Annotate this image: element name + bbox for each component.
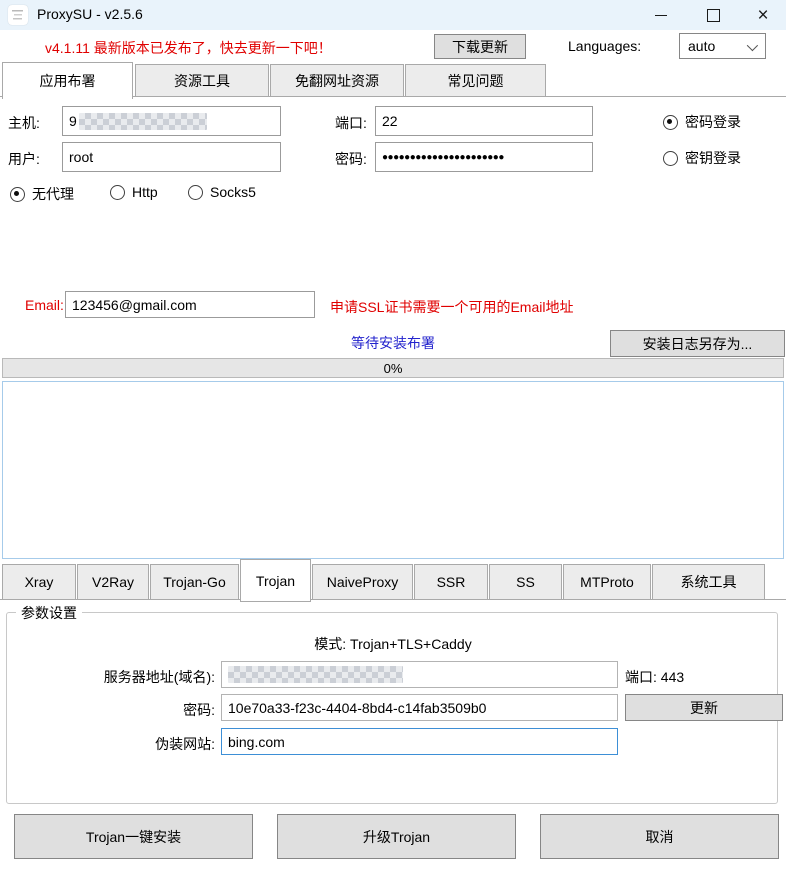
- radio-socks5[interactable]: Socks5: [188, 184, 256, 200]
- tab-v2ray[interactable]: V2Ray: [77, 564, 149, 600]
- radio-http[interactable]: Http: [110, 184, 158, 200]
- radio-unselected-icon: [663, 151, 678, 166]
- log-area[interactable]: [2, 381, 784, 559]
- window-title: ProxySU - v2.5.6: [37, 6, 143, 22]
- tab-trojan[interactable]: Trojan: [240, 559, 311, 602]
- tab-free-websites[interactable]: 免翻网址资源: [270, 64, 404, 97]
- redacted-host-value: [79, 113, 207, 130]
- radio-unselected-icon: [110, 185, 125, 200]
- tab-label: 系统工具: [681, 572, 737, 592]
- radio-selected-icon: [10, 187, 25, 202]
- radio-label: Http: [132, 184, 158, 200]
- chevron-down-icon: [747, 40, 758, 51]
- titlebar: ProxySU - v2.5.6 ×: [0, 0, 786, 30]
- tab-naiveproxy[interactable]: NaiveProxy: [312, 564, 413, 600]
- radio-unselected-icon: [188, 185, 203, 200]
- mask-site-input[interactable]: [221, 728, 618, 755]
- host-label: 主机:: [8, 113, 40, 133]
- domain-label: 服务器地址(域名):: [0, 667, 215, 687]
- email-input[interactable]: [65, 291, 315, 318]
- tab-mtproto[interactable]: MTProto: [563, 564, 651, 600]
- tls-port-value: 443: [661, 669, 684, 685]
- tab-label: V2Ray: [92, 574, 134, 590]
- tab-label: 应用布署: [40, 71, 96, 91]
- password-label: 密码:: [335, 149, 367, 169]
- close-button[interactable]: ×: [740, 0, 786, 30]
- port-label: 端口:: [335, 113, 367, 133]
- user-input[interactable]: [62, 142, 281, 172]
- minimize-icon: [655, 15, 667, 16]
- language-value: auto: [688, 38, 715, 54]
- update-button[interactable]: 更新: [625, 694, 783, 721]
- save-log-button[interactable]: 安装日志另存为...: [610, 330, 785, 357]
- app-icon: [8, 5, 28, 25]
- languages-label: Languages:: [568, 38, 641, 54]
- domain-input[interactable]: [221, 661, 618, 688]
- trojan-password-input[interactable]: [221, 694, 618, 721]
- update-notice: v4.1.11 最新版本已发布了，快去更新一下吧！: [45, 38, 332, 58]
- mode-label: 模式:: [314, 636, 346, 652]
- tab-app-deploy[interactable]: 应用布署: [2, 62, 133, 99]
- progress-bar: 0%: [2, 358, 784, 378]
- tab-ss[interactable]: SS: [489, 564, 562, 600]
- tab-label: 资源工具: [174, 71, 230, 91]
- tab-label: SSR: [437, 574, 466, 590]
- host-value-visible: 9: [69, 113, 77, 129]
- minimize-button[interactable]: [638, 0, 684, 30]
- redacted-domain-value: [228, 666, 403, 683]
- tls-port-line: 端口: 443: [625, 667, 684, 687]
- radio-password-login[interactable]: 密码登录: [663, 112, 741, 132]
- install-button[interactable]: Trojan一键安装: [14, 814, 253, 859]
- maximize-icon: [707, 9, 720, 22]
- radio-selected-icon: [663, 115, 678, 130]
- password-input[interactable]: [375, 142, 593, 172]
- tab-label: SS: [516, 574, 535, 590]
- tab-ssr[interactable]: SSR: [414, 564, 488, 600]
- progress-label: 0%: [384, 361, 403, 376]
- radio-label: 密码登录: [685, 112, 741, 132]
- tab-system-tools[interactable]: 系统工具: [652, 564, 765, 600]
- tab-label: 免翻网址资源: [295, 71, 379, 91]
- tab-label: NaiveProxy: [327, 574, 399, 590]
- app-window: ProxySU - v2.5.6 × v4.1.11 最新版本已发布了，快去更新…: [0, 0, 786, 869]
- mode-line: 模式: Trojan+TLS+Caddy: [0, 634, 786, 654]
- tab-xray[interactable]: Xray: [2, 564, 76, 600]
- tab-label: Trojan: [256, 573, 295, 589]
- maximize-button[interactable]: [690, 0, 736, 30]
- radio-no-proxy[interactable]: 无代理: [10, 184, 74, 204]
- language-select[interactable]: auto: [679, 33, 766, 59]
- download-update-button[interactable]: 下载更新: [434, 34, 526, 59]
- upgrade-button[interactable]: 升级Trojan: [277, 814, 516, 859]
- port-input[interactable]: [375, 106, 593, 136]
- tab-label: Trojan-Go: [163, 574, 226, 590]
- mask-site-label: 伪装网站:: [0, 734, 215, 754]
- tab-trojan-go[interactable]: Trojan-Go: [150, 564, 239, 600]
- tab-faq[interactable]: 常见问题: [405, 64, 546, 97]
- radio-label: 密钥登录: [685, 148, 741, 168]
- radio-key-login[interactable]: 密钥登录: [663, 148, 741, 168]
- close-icon: ×: [757, 6, 768, 25]
- params-legend: 参数设置: [16, 603, 82, 623]
- cancel-button[interactable]: 取消: [540, 814, 779, 859]
- trojan-password-label: 密码:: [0, 700, 215, 720]
- tab-label: Xray: [25, 574, 54, 590]
- tab-label: MTProto: [580, 574, 634, 590]
- host-input[interactable]: 9: [62, 106, 281, 136]
- radio-label: 无代理: [32, 184, 74, 204]
- tls-port-label: 端口:: [625, 669, 657, 685]
- tab-label: 常见问题: [448, 71, 504, 91]
- tab-resource-tools[interactable]: 资源工具: [135, 64, 269, 97]
- email-label: Email:: [25, 297, 64, 313]
- radio-label: Socks5: [210, 184, 256, 200]
- user-label: 用户:: [8, 149, 40, 169]
- email-hint: 申请SSL证书需要一个可用的Email地址: [330, 297, 573, 317]
- mode-value: Trojan+TLS+Caddy: [350, 636, 472, 652]
